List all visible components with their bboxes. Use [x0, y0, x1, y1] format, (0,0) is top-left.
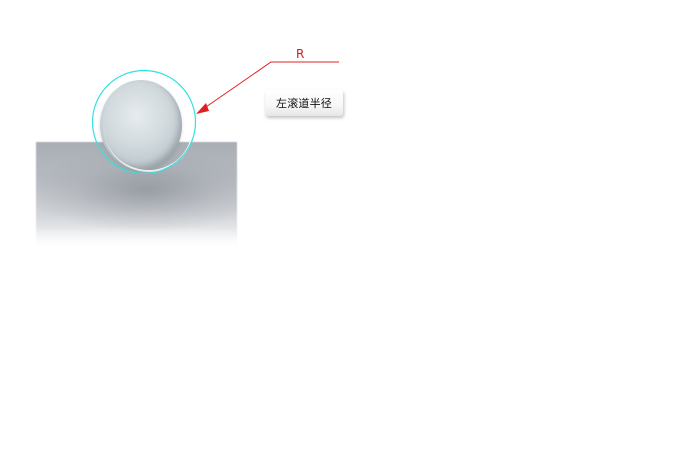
callout-label: 左滚道半径	[276, 97, 332, 110]
arrow-head	[196, 103, 209, 114]
radius-circle	[91, 69, 197, 175]
diagram-canvas: R 左滚道半径	[0, 0, 700, 465]
annotation-overlay	[91, 61, 339, 175]
radius-label: R	[296, 47, 305, 61]
callout-box: 左滚道半径	[265, 90, 343, 116]
